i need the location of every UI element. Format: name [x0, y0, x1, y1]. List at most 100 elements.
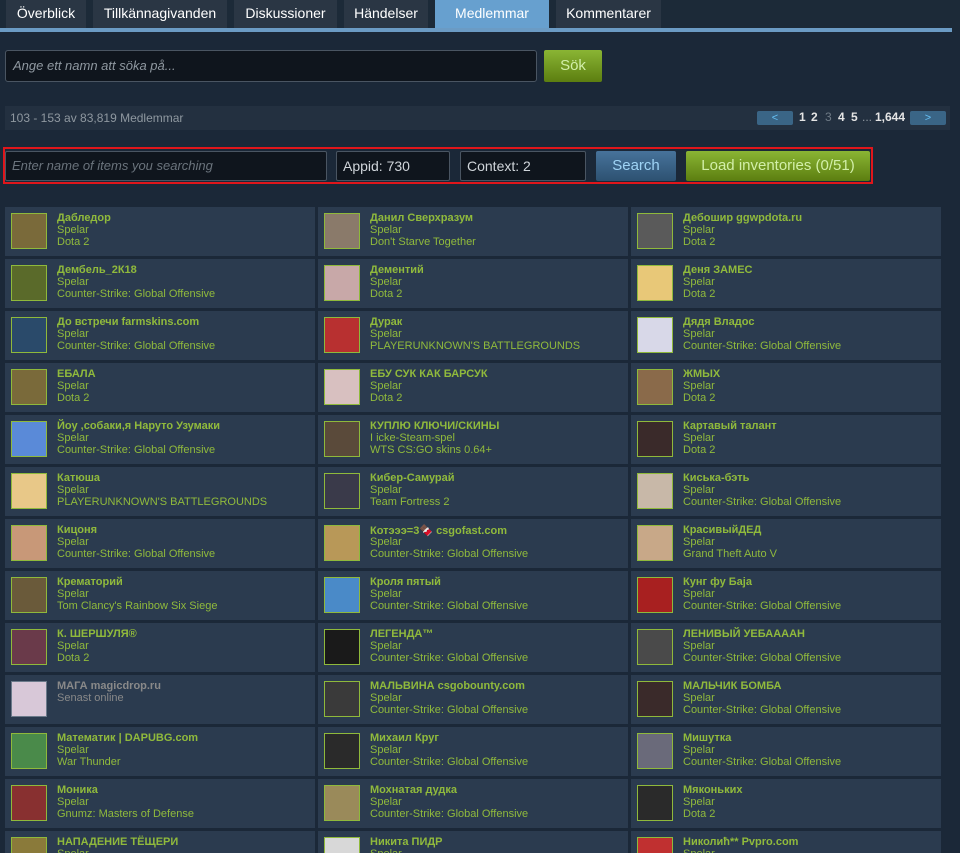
avatar[interactable] — [324, 837, 360, 853]
member-name[interactable]: Катюша — [57, 472, 100, 484]
avatar[interactable] — [324, 681, 360, 717]
member-card[interactable]: Катюша Spelar PLAYERUNKNOWN'S BATTLEGROUND… — [5, 467, 315, 516]
avatar[interactable] — [11, 213, 47, 249]
avatar[interactable] — [637, 265, 673, 301]
member-card[interactable]: КрасивыйДЕД Spelar Grand Theft Auto V — [631, 519, 941, 568]
member-card[interactable]: Дебошир ggwpdota.ru Spelar Dota 2 — [631, 207, 941, 256]
member-name[interactable]: КУПЛЮ КЛЮЧИ/СКИНЫ — [370, 420, 499, 432]
member-name[interactable]: ЕБУ СУК КАК БАРСУК — [370, 368, 488, 380]
member-card[interactable]: Никита ПИДРSpelar — [318, 831, 628, 853]
member-name[interactable]: Дебошир ggwpdota.ru — [683, 212, 802, 224]
member-card[interactable]: Николић** Pvpro.comSpelar — [631, 831, 941, 853]
member-name[interactable]: КрасивыйДЕД — [683, 524, 761, 536]
member-name[interactable]: ЛЕГЕНДА™ — [370, 628, 433, 640]
member-name[interactable]: Мишутка — [683, 732, 731, 744]
page-link-5[interactable]: 5 — [851, 110, 858, 124]
tab-comments[interactable]: Kommentarer — [556, 0, 661, 28]
member-name[interactable]: ЕБАЛА — [57, 368, 96, 380]
member-card[interactable]: Деня ЗАМЕС Spelar Dota 2 — [631, 259, 941, 308]
avatar[interactable] — [637, 317, 673, 353]
page-link-1[interactable]: 1 — [799, 110, 806, 124]
appid-input[interactable]: Appid: 730 — [336, 151, 450, 181]
context-input[interactable]: Context: 2 — [460, 151, 586, 181]
member-name[interactable]: НАПАДЕНИЕ ТЁЩЕРИ — [57, 836, 178, 848]
member-name[interactable]: Николић** Pvpro.com — [683, 836, 798, 848]
page-link-4[interactable]: 4 — [838, 110, 845, 124]
member-card[interactable]: Дурак Spelar PLAYERUNKNOWN'S BATTLEGROUNDS — [318, 311, 628, 360]
avatar[interactable] — [324, 525, 360, 561]
member-name[interactable]: Йоу ,собаки,я Наруто Узумаки — [57, 420, 220, 432]
avatar[interactable] — [11, 733, 47, 769]
avatar[interactable] — [11, 577, 47, 613]
tab-discussions[interactable]: Diskussioner — [234, 0, 337, 28]
avatar[interactable] — [637, 421, 673, 457]
member-card[interactable]: Дембель_2К18 Spelar Counter-Strike: Global… — [5, 259, 315, 308]
avatar[interactable] — [324, 317, 360, 353]
member-card[interactable]: Михаил Круг Spelar Counter-Strike: Global … — [318, 727, 628, 776]
prev-page-button[interactable]: < — [757, 111, 793, 125]
member-card[interactable]: Кибер-Самурай Spelar Team Fortress 2 — [318, 467, 628, 516]
avatar[interactable] — [324, 733, 360, 769]
member-name[interactable]: МАГА magicdrop.ru — [57, 680, 161, 692]
avatar[interactable] — [324, 577, 360, 613]
avatar[interactable] — [637, 213, 673, 249]
avatar[interactable] — [637, 629, 673, 665]
member-name[interactable]: Дабледор — [57, 212, 111, 224]
member-name[interactable]: Киська-бэть — [683, 472, 749, 484]
member-card[interactable]: ЛЕНИВЫЙ УЕБАААAН Spelar Counter-Strike: Gl… — [631, 623, 941, 672]
member-name[interactable]: Кунг фу Баја — [683, 576, 752, 588]
member-card[interactable]: Кроля пятый Spelar Counter-Strike: Global … — [318, 571, 628, 620]
member-search-button[interactable]: Sök — [544, 50, 602, 82]
avatar[interactable] — [11, 473, 47, 509]
member-card[interactable]: Дементий Spelar Dota 2 — [318, 259, 628, 308]
avatar[interactable] — [324, 421, 360, 457]
avatar[interactable] — [11, 369, 47, 405]
inventory-search-button[interactable]: Search — [596, 151, 676, 181]
member-card[interactable]: Математик | DAPUBG.com Spelar War Thunder — [5, 727, 315, 776]
member-name[interactable]: Дементий — [370, 264, 424, 276]
member-name[interactable]: Дембель_2К18 — [57, 264, 137, 276]
avatar[interactable] — [324, 265, 360, 301]
avatar[interactable] — [11, 421, 47, 457]
member-card[interactable]: Мохнатая дудка Spelar Counter-Strike: Glob… — [318, 779, 628, 828]
avatar[interactable] — [11, 265, 47, 301]
member-name[interactable]: Данил Сверхразум — [370, 212, 473, 224]
avatar[interactable] — [637, 785, 673, 821]
avatar[interactable] — [11, 525, 47, 561]
avatar[interactable] — [637, 733, 673, 769]
avatar[interactable] — [637, 681, 673, 717]
member-name[interactable]: МАЛЬЧИК БОМБА — [683, 680, 782, 692]
avatar[interactable] — [637, 837, 673, 853]
avatar[interactable] — [11, 629, 47, 665]
load-inventories-button[interactable]: Load inventories (0/51) — [686, 151, 870, 181]
member-card[interactable]: КУПЛЮ КЛЮЧИ/СКИНЫ I icke-Steam-spel WTS CS… — [318, 415, 628, 464]
member-card[interactable]: К. ШЕРШУЛЯ® Spelar Dota 2 — [5, 623, 315, 672]
member-card[interactable]: ЕБУ СУК КАК БАРСУК Spelar Dota 2 — [318, 363, 628, 412]
member-card[interactable]: МАЛЬВИНА csgobounty.com Spelar Counter-Str… — [318, 675, 628, 724]
member-card[interactable]: ЕБАЛА Spelar Dota 2 — [5, 363, 315, 412]
member-name[interactable]: Моника — [57, 784, 98, 796]
member-name[interactable]: Картавый талант — [683, 420, 777, 432]
avatar[interactable] — [637, 525, 673, 561]
member-name[interactable]: К. ШЕРШУЛЯ® — [57, 628, 137, 640]
member-card[interactable]: МАГА magicdrop.ru Senast online — [5, 675, 315, 724]
member-name[interactable]: МАЛЬВИНА csgobounty.com — [370, 680, 525, 692]
avatar[interactable] — [11, 317, 47, 353]
page-link-last[interactable]: 1,644 — [875, 110, 905, 124]
member-card[interactable]: До встречи farmskins.com Spelar Counter-St… — [5, 311, 315, 360]
member-name[interactable]: Дядя Владос — [683, 316, 754, 328]
member-card[interactable]: Картавый талант Spelar Dota 2 — [631, 415, 941, 464]
tab-overview[interactable]: Överblick — [6, 0, 86, 28]
member-name[interactable]: Михаил Круг — [370, 732, 439, 744]
tab-announcements[interactable]: Tillkännagivanden — [93, 0, 227, 28]
member-card[interactable]: Йоу ,собаки,я Наруто Узумаки Spelar Counte… — [5, 415, 315, 464]
member-card[interactable]: Киська-бэть Spelar Counter-Strike: Global … — [631, 467, 941, 516]
member-search-input[interactable]: Ange ett namn att söka på... — [5, 50, 537, 82]
avatar[interactable] — [11, 837, 47, 853]
avatar[interactable] — [324, 785, 360, 821]
avatar[interactable] — [324, 369, 360, 405]
member-name[interactable]: ЖМЫХ — [683, 368, 720, 380]
member-name[interactable]: Крематорий — [57, 576, 123, 588]
member-card[interactable]: Дабледор Spelar Dota 2 — [5, 207, 315, 256]
avatar[interactable] — [324, 473, 360, 509]
